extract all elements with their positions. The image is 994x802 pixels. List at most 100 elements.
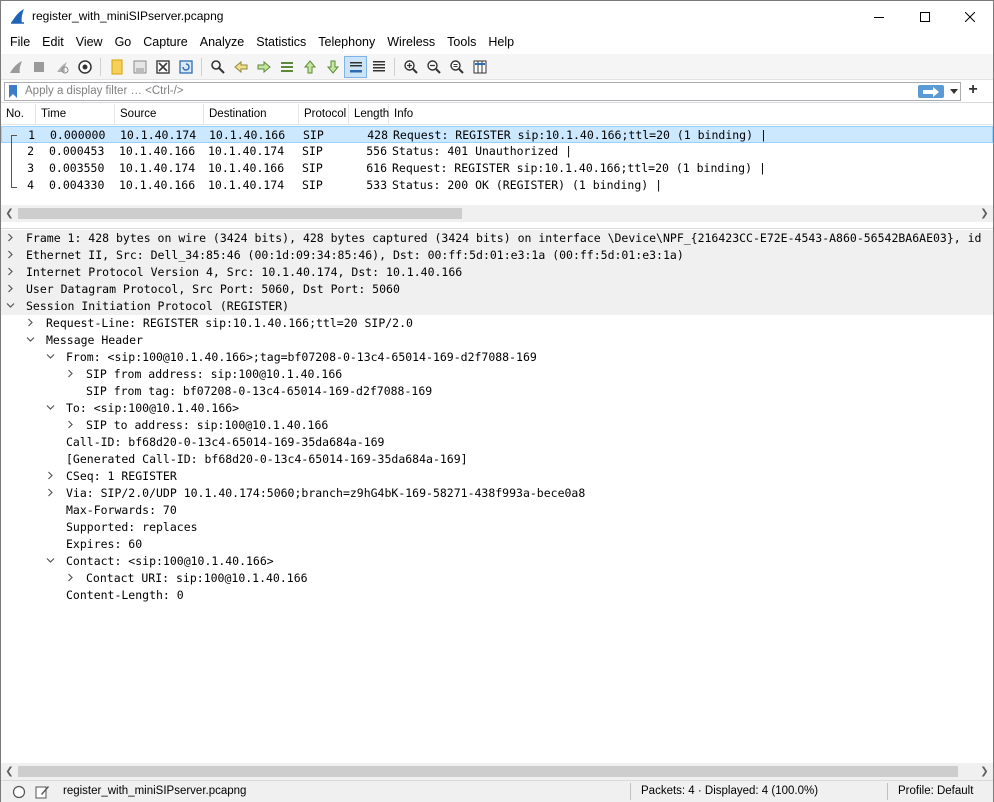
go-back-button[interactable] bbox=[229, 56, 252, 78]
column-header-source[interactable]: Source bbox=[115, 104, 204, 125]
chevron-right-icon[interactable] bbox=[6, 267, 15, 276]
autoscroll-button[interactable] bbox=[344, 55, 367, 78]
menu-analyze[interactable]: Analyze bbox=[194, 32, 250, 54]
detail-tree-item[interactable]: Message Header bbox=[1, 332, 993, 349]
chevron-right-icon[interactable] bbox=[26, 318, 35, 327]
bookmark-icon[interactable] bbox=[9, 85, 17, 98]
capture-options-button[interactable] bbox=[73, 56, 96, 78]
open-file-button[interactable] bbox=[105, 56, 128, 78]
display-filter-input[interactable]: Apply a display filter … <Ctrl-/> bbox=[4, 82, 961, 101]
chevron-right-icon[interactable] bbox=[66, 573, 75, 582]
column-header-time[interactable]: Time bbox=[36, 104, 115, 125]
detail-tree-item[interactable]: Internet Protocol Version 4, Src: 10.1.4… bbox=[1, 264, 993, 281]
detail-text: [Generated Call-ID: bf68d20-0-13c4-65014… bbox=[66, 452, 468, 466]
packet-row[interactable]: 4 0.004330 10.1.40.166 10.1.40.174 SIP 533 Sta… bbox=[1, 177, 993, 194]
go-to-packet-button[interactable] bbox=[275, 56, 298, 78]
column-header-no[interactable]: No. bbox=[1, 104, 36, 125]
detail-tree-item[interactable]: User Datagram Protocol, Src Port: 5060, … bbox=[1, 281, 993, 298]
add-filter-button[interactable]: + bbox=[963, 81, 983, 101]
detail-tree-item[interactable]: Contact URI: sip:100@10.1.40.166 bbox=[1, 570, 993, 587]
details-hscrollbar[interactable]: ❮ ❯ bbox=[1, 763, 993, 780]
chevron-right-icon[interactable] bbox=[46, 471, 55, 480]
detail-tree-item[interactable]: Session Initiation Protocol (REGISTER) bbox=[1, 298, 993, 315]
menu-help[interactable]: Help bbox=[482, 32, 520, 54]
detail-tree-item[interactable]: Contact: <sip:100@10.1.40.166> bbox=[1, 553, 993, 570]
detail-tree-item[interactable]: Request-Line: REGISTER sip:10.1.40.166;t… bbox=[1, 315, 993, 332]
last-packet-button[interactable] bbox=[321, 56, 344, 78]
chevron-right-icon[interactable] bbox=[6, 233, 15, 242]
detail-tree-item[interactable]: Supported: replaces bbox=[1, 519, 993, 536]
menu-view[interactable]: View bbox=[70, 32, 109, 54]
scroll-left-arrow[interactable]: ❮ bbox=[1, 205, 18, 222]
chevron-down-icon[interactable] bbox=[6, 301, 15, 310]
column-header-destination[interactable]: Destination bbox=[204, 104, 299, 125]
chevron-right-icon[interactable] bbox=[66, 420, 75, 429]
scroll-right-arrow[interactable]: ❯ bbox=[976, 205, 993, 222]
detail-tree-item[interactable]: Frame 1: 428 bytes on wire (3424 bits), … bbox=[1, 230, 993, 247]
chevron-down-icon[interactable] bbox=[46, 352, 55, 361]
packet-row[interactable]: 1 0.000000 10.1.40.174 10.1.40.166 SIP 428 Req… bbox=[1, 126, 993, 143]
first-packet-button[interactable] bbox=[298, 56, 321, 78]
detail-tree-item[interactable]: SIP from address: sip:100@10.1.40.166 bbox=[1, 366, 993, 383]
menu-edit[interactable]: Edit bbox=[36, 32, 70, 54]
save-file-button[interactable] bbox=[128, 56, 151, 78]
chevron-right-icon[interactable] bbox=[6, 250, 15, 259]
chevron-down-icon[interactable] bbox=[46, 403, 55, 412]
close-button[interactable] bbox=[947, 1, 993, 32]
detail-tree-item[interactable]: To: <sip:100@10.1.40.166> bbox=[1, 400, 993, 417]
detail-tree-item[interactable]: Via: SIP/2.0/UDP 10.1.40.174:5060;branch… bbox=[1, 485, 993, 502]
status-profile[interactable]: Profile: Default bbox=[898, 785, 973, 797]
zoom-out-button[interactable] bbox=[422, 56, 445, 78]
restart-capture-button[interactable] bbox=[50, 56, 73, 78]
reload-file-button[interactable] bbox=[174, 56, 197, 78]
menu-telephony[interactable]: Telephony bbox=[312, 32, 381, 54]
scroll-left-arrow[interactable]: ❮ bbox=[1, 763, 18, 780]
detail-tree-item[interactable]: Max-Forwards: 70 bbox=[1, 502, 993, 519]
packet-row[interactable]: 3 0.003550 10.1.40.174 10.1.40.166 SIP 616 Req… bbox=[1, 160, 993, 177]
detail-tree-item[interactable]: [Generated Call-ID: bf68d20-0-13c4-65014… bbox=[1, 451, 993, 468]
zoom-in-button[interactable] bbox=[399, 56, 422, 78]
go-forward-button[interactable] bbox=[252, 56, 275, 78]
menu-file[interactable]: File bbox=[4, 32, 36, 54]
menu-capture[interactable]: Capture bbox=[137, 32, 193, 54]
column-header-protocol[interactable]: Protocol bbox=[299, 104, 349, 125]
chevron-right-icon[interactable] bbox=[66, 369, 75, 378]
close-file-button[interactable] bbox=[151, 56, 174, 78]
apply-filter-button[interactable] bbox=[918, 85, 944, 98]
detail-tree-item[interactable]: SIP from tag: bf07208-0-13c4-65014-169-d… bbox=[1, 383, 993, 400]
menu-wireless[interactable]: Wireless bbox=[381, 32, 441, 54]
scroll-thumb[interactable] bbox=[18, 766, 958, 777]
edit-comment-icon[interactable] bbox=[35, 784, 50, 799]
detail-tree-item[interactable]: Content-Length: 0 bbox=[1, 587, 993, 604]
start-capture-button[interactable] bbox=[4, 56, 27, 78]
resize-columns-button[interactable] bbox=[468, 56, 491, 78]
detail-tree-item[interactable]: Ethernet II, Src: Dell_34:85:46 (00:1d:0… bbox=[1, 247, 993, 264]
detail-tree-item[interactable]: Call-ID: bf68d20-0-13c4-65014-169-35da68… bbox=[1, 434, 993, 451]
packet-list-hscrollbar[interactable]: ❮ ❯ bbox=[1, 205, 993, 222]
chevron-right-icon[interactable] bbox=[6, 284, 15, 293]
find-packet-button[interactable] bbox=[206, 56, 229, 78]
stop-capture-button[interactable] bbox=[27, 56, 50, 78]
column-header-length[interactable]: Length bbox=[349, 104, 389, 125]
minimize-button[interactable] bbox=[856, 1, 902, 32]
packet-row[interactable]: 2 0.000453 10.1.40.166 10.1.40.174 SIP 556 Sta… bbox=[1, 143, 993, 160]
detail-tree-item[interactable]: CSeq: 1 REGISTER bbox=[1, 468, 993, 485]
cell-destination: 10.1.40.174 bbox=[208, 144, 285, 158]
filter-history-dropdown[interactable] bbox=[948, 84, 960, 99]
normal-size-button[interactable] bbox=[445, 56, 468, 78]
detail-tree-item[interactable]: Expires: 60 bbox=[1, 536, 993, 553]
capture-status-icon[interactable] bbox=[12, 785, 26, 799]
menu-statistics[interactable]: Statistics bbox=[250, 32, 312, 54]
scroll-thumb[interactable] bbox=[18, 208, 462, 219]
chevron-down-icon[interactable] bbox=[26, 335, 35, 344]
detail-tree-item[interactable]: SIP to address: sip:100@10.1.40.166 bbox=[1, 417, 993, 434]
maximize-button[interactable] bbox=[902, 1, 948, 32]
scroll-right-arrow[interactable]: ❯ bbox=[976, 763, 993, 780]
chevron-right-icon[interactable] bbox=[46, 488, 55, 497]
menu-go[interactable]: Go bbox=[109, 32, 138, 54]
colorize-button[interactable] bbox=[367, 56, 390, 78]
column-header-info[interactable]: Info bbox=[389, 104, 993, 125]
chevron-down-icon[interactable] bbox=[46, 556, 55, 565]
detail-tree-item[interactable]: From: <sip:100@10.1.40.166>;tag=bf07208-… bbox=[1, 349, 993, 366]
menu-tools[interactable]: Tools bbox=[441, 32, 482, 54]
